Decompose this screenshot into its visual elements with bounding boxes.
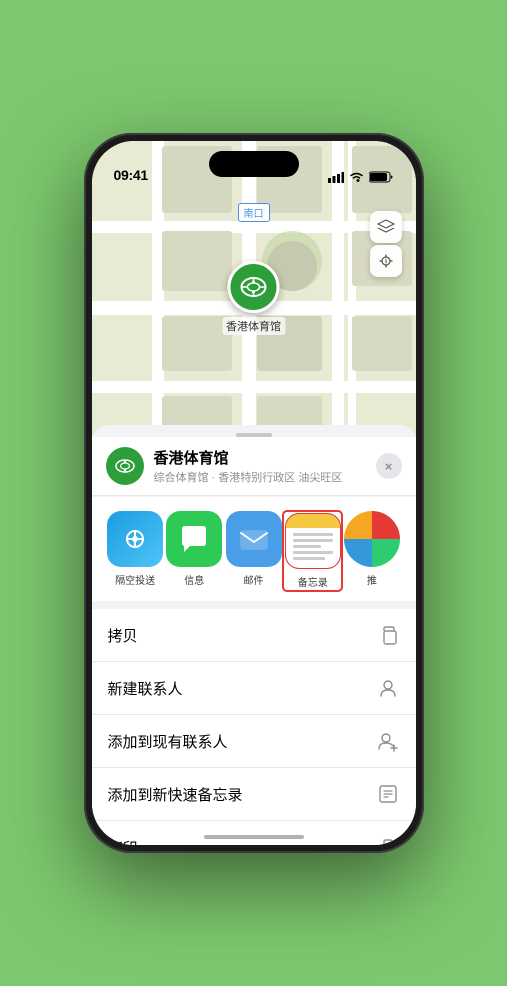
map-layers-icon	[377, 218, 395, 236]
add-existing-contact-action[interactable]: 添加到现有联系人	[92, 715, 416, 768]
more-icon-wrap	[344, 511, 400, 567]
location-header: 香港体育馆 综合体育馆 · 香港特别行政区 油尖旺区 ×	[92, 437, 416, 496]
location-name: 香港体育馆	[154, 447, 376, 468]
mail-label: 邮件	[244, 572, 264, 587]
share-message[interactable]: 信息	[165, 511, 224, 591]
map-type-button[interactable]	[370, 211, 402, 243]
quick-note-icon	[376, 782, 400, 806]
share-airdrop[interactable]: 隔空投送	[106, 511, 165, 591]
more-label: 推	[367, 572, 377, 587]
print-label: 打印	[108, 837, 138, 846]
add-quick-notes-label: 添加到新快速备忘录	[108, 784, 243, 805]
map-controls	[370, 211, 402, 277]
home-indicator	[204, 835, 304, 839]
compass-icon	[378, 253, 394, 269]
airdrop-icon	[118, 522, 152, 556]
share-mail[interactable]: 邮件	[224, 511, 283, 591]
message-icon	[176, 521, 212, 557]
status-time: 09:41	[114, 167, 148, 183]
location-pin: 香港体育馆	[222, 261, 285, 335]
status-icons	[328, 171, 394, 183]
share-row: 隔空投送 信息	[92, 497, 416, 601]
dynamic-island	[209, 151, 299, 177]
add-contact-icon	[376, 729, 400, 753]
printer-icon	[376, 835, 400, 845]
phone-frame: 09:41	[84, 133, 424, 853]
location-info: 香港体育馆 综合体育馆 · 香港特别行政区 油尖旺区	[154, 447, 376, 485]
notes-icon-wrap	[285, 513, 341, 569]
venue-icon	[114, 455, 136, 477]
add-quick-notes-action[interactable]: 添加到新快速备忘录	[92, 768, 416, 821]
new-contact-label: 新建联系人	[108, 678, 183, 699]
mail-icon	[236, 521, 272, 557]
share-more[interactable]: 推	[342, 511, 401, 591]
pin-label: 香港体育馆	[222, 317, 285, 335]
mail-icon-wrap	[226, 511, 282, 567]
add-existing-label: 添加到现有联系人	[108, 731, 228, 752]
message-label: 信息	[184, 572, 204, 587]
location-button[interactable]	[370, 245, 402, 277]
location-icon	[106, 447, 144, 485]
pin-circle	[228, 261, 280, 313]
close-button[interactable]: ×	[376, 453, 402, 479]
new-contact-action[interactable]: 新建联系人	[92, 662, 416, 715]
airdrop-label: 隔空投送	[115, 572, 155, 587]
battery-icon	[369, 171, 394, 183]
stadium-icon	[239, 272, 269, 302]
share-notes[interactable]: 备忘录	[283, 511, 342, 591]
location-detail: 综合体育馆 · 香港特别行政区 油尖旺区	[154, 469, 376, 485]
action-rows: 拷贝 新建联系人	[92, 609, 416, 845]
print-action[interactable]: 打印	[92, 821, 416, 845]
copy-action[interactable]: 拷贝	[92, 609, 416, 662]
copy-label: 拷贝	[108, 625, 138, 646]
signal-icon	[328, 172, 344, 183]
new-contact-icon	[376, 676, 400, 700]
message-icon-wrap	[166, 511, 222, 567]
wifi-icon	[349, 172, 364, 183]
phone-screen: 09:41	[92, 141, 416, 845]
bottom-sheet: 香港体育馆 综合体育馆 · 香港特别行政区 油尖旺区 ×	[92, 425, 416, 845]
map-south-entrance-label: 南口	[238, 203, 270, 222]
copy-icon	[376, 623, 400, 647]
airdrop-icon-wrap	[107, 511, 163, 567]
notes-label: 备忘录	[298, 574, 328, 589]
